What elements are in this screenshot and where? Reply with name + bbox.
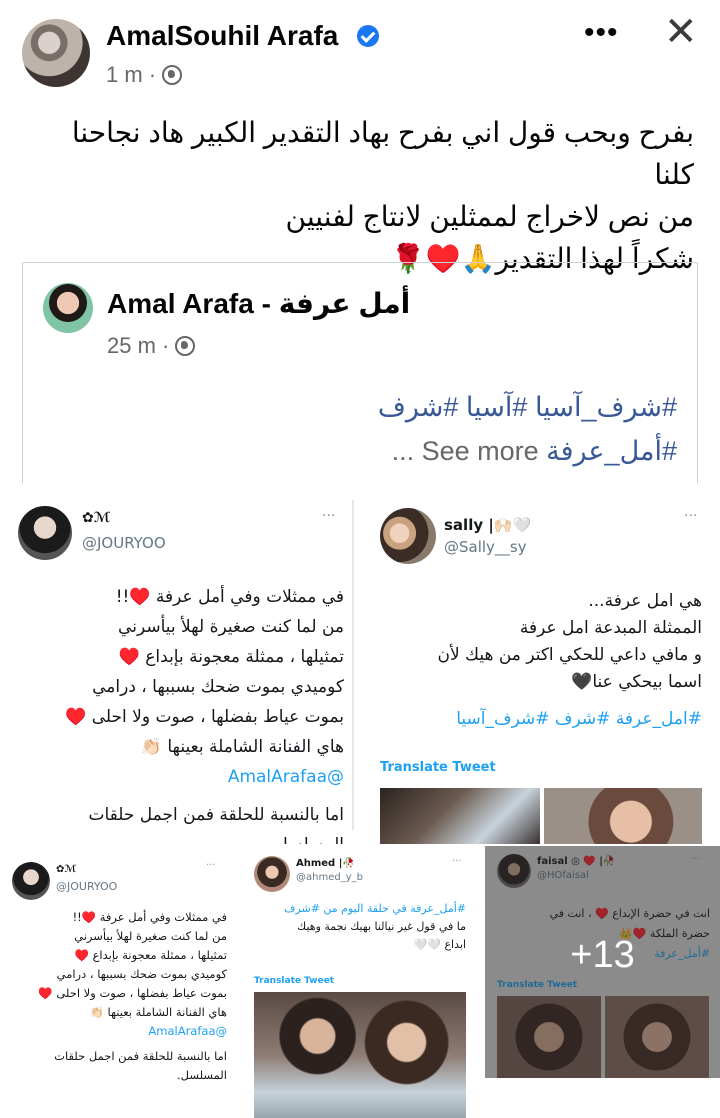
tweet-line: بموت عياط بفضلها ، صوت ولا احلى ♥️ (65, 707, 344, 727)
hashtag-amal-arafa[interactable]: #أمل_عرفة (546, 436, 677, 466)
tweet-avatar (380, 508, 436, 564)
tweet-handle: @JOURYOO (56, 880, 118, 893)
grid-divider (352, 500, 354, 830)
tweet-line: المسلسل (14, 830, 344, 844)
post-header: AmalSouhil Arafa 1 m · ••• ✕ (0, 0, 720, 100)
shared-author-name[interactable]: Amal Arafa - أمل عرفة (107, 287, 410, 320)
shared-post-meta: 25 m · (107, 333, 196, 359)
tweet-body: هي امل عرفة... الممثلة المبدعة امل عرفة … (372, 588, 702, 733)
tweet-screenshot-2[interactable]: sally |🙌🏻🤍 @Sally__sy ··· هي امل عرفة...… (362, 490, 720, 844)
translate-tweet-link: Translate Tweet (254, 976, 335, 986)
tweet-photo (544, 788, 702, 844)
tweet-screenshot-4[interactable]: Ahmed |🥀 @ahmed_y_b ··· #أمل_عرفة في حلق… (240, 850, 480, 1118)
post-time[interactable]: 1 m · (106, 62, 156, 88)
tweet-line: ابداع 🤍🤍 (413, 938, 466, 951)
tweet-line: و مافي داعي للحكي اكتر من هيك لأن (437, 645, 702, 665)
tweet-mention: @AmalArafaa (227, 767, 344, 787)
tweet-name: ✿ℳ (82, 510, 111, 526)
hashtags-line[interactable]: #شرف_آسيا #آسيا #شرف (57, 385, 677, 429)
tweet-more-icon: ··· (322, 508, 336, 524)
tweet-name: ✿ℳ (56, 864, 77, 875)
verified-badge-icon (357, 25, 379, 47)
tweet-line: كوميدي بموت ضحك بسببها ، درامي (92, 677, 344, 697)
tweet-name: sally |🙌🏻🤍 (444, 516, 532, 534)
tweet-handle: @Sally__sy (444, 538, 527, 556)
tweet-body: في ممثلات وفي أمل عرفة ♥️!! من لما كنت ص… (14, 582, 344, 844)
tweet-avatar (18, 506, 72, 560)
tweet-line: اما بالنسبة للحلقة فمن اجمل حلقات (88, 805, 344, 825)
tweet-body: في ممثلات وفي أمل عرفة ♥️!! من لما كنت ص… (5, 908, 227, 1085)
more-photos-count[interactable]: +13 (485, 934, 720, 977)
tweet-line: في ممثلات وفي أمل عرفة ♥️!! (115, 587, 344, 607)
tweet-line: اما بالنسبة للحلقة فمن اجمل حلقات (54, 1049, 227, 1063)
tweet-line: #أمل_عرفة في حلقة اليوم من #شرف (284, 902, 466, 915)
tweet-line: هي امل عرفة... (588, 591, 702, 611)
tweet-line: من لما كنت صغيرة لهلأ بيأسرني (74, 929, 227, 943)
translate-tweet-link: Translate Tweet (380, 760, 496, 775)
tweet-photo (254, 992, 466, 1118)
tweet-avatar (12, 862, 50, 900)
tweet-line: تمثيلها ، ممثلة معجونة بإبداع ♥️ (74, 948, 227, 962)
post-text: بفرح وبحب قول اني بفرح بهاد التقدير الكب… (34, 112, 694, 280)
tweet-line: الممثلة المبدعة امل عرفة (519, 618, 702, 638)
tweet-more-icon: ··· (206, 860, 216, 871)
more-options-button[interactable]: ••• (584, 18, 619, 48)
tweet-handle: @ahmed_y_b (296, 872, 363, 883)
globe-icon (162, 65, 183, 85)
tweet-line: اسما بيحكي عنا🖤 (571, 672, 702, 692)
tweet-body: #أمل_عرفة في حلقة اليوم من #شرف ما في قو… (254, 900, 466, 954)
globe-icon (175, 336, 196, 356)
close-button[interactable]: ✕ (664, 10, 698, 54)
shared-post-card[interactable]: Amal Arafa - أمل عرفة 25 m · #شرف_آسيا #… (22, 262, 698, 484)
post-text-line: بفرح وبحب قول اني بفرح بهاد التقدير الكب… (71, 117, 694, 190)
tweet-hashtags: #امل_عرفة #شرف #شرف_آسيا (456, 709, 702, 729)
tweet-line: هاي الفنانة الشاملة بعينها 👏🏻 (89, 1005, 227, 1019)
tweet-line: ما في قول غير نيالنا بهيك نجمة وهيك (297, 920, 466, 933)
tweet-more-icon: ··· (452, 856, 462, 867)
tweet-mention: @AmalArafaa (148, 1024, 227, 1038)
tweet-line: هاي الفنانة الشاملة بعينها 👏🏻 (140, 737, 344, 757)
tweet-handle: @JOURYOO (82, 534, 166, 552)
tweet-line: من لما كنت صغيرة لهلأ بيأسرني (118, 617, 344, 637)
photo-grid: ✿ℳ @JOURYOO ··· في ممثلات وفي أمل عرفة ♥… (0, 490, 720, 1118)
tweet-name: Ahmed |🥀 (296, 858, 355, 869)
tweet-photo (380, 788, 540, 844)
tweet-screenshot-5[interactable]: faisal ◎ ♥️ |🥀 @HOfaisal ··· انت في حضرة… (485, 846, 720, 1078)
tweet-screenshot-3[interactable]: ✿ℳ @JOURYOO ··· في ممثلات وفي أمل عرفة ♥… (0, 850, 235, 1118)
tweet-avatar (254, 856, 290, 892)
tweet-line: المسلسل. (176, 1068, 227, 1082)
tweet-line: تمثيلها ، ممثلة معجونة بإبداع ♥️ (118, 647, 344, 667)
tweet-line: بموت عياط بفضلها ، صوت ولا احلى ♥️ (38, 986, 227, 1000)
author-avatar[interactable] (22, 19, 90, 87)
tweet-more-icon: ··· (684, 508, 698, 524)
post-text-line: من نص لاخراج لممثلين لانتاج لفنيين (285, 201, 694, 232)
shared-post-time[interactable]: 25 m · (107, 333, 169, 359)
see-more-link[interactable]: See more ... (392, 436, 539, 466)
shared-author-avatar[interactable] (43, 283, 93, 333)
tweet-line: كوميدي بموت ضحك بسببها ، درامي (56, 967, 227, 981)
tweet-line: في ممثلات وفي أمل عرفة ♥️!! (72, 910, 227, 924)
tweet-screenshot-1[interactable]: ✿ℳ @JOURYOO ··· في ممثلات وفي أمل عرفة ♥… (0, 490, 356, 844)
post-meta: 1 m · (106, 62, 183, 88)
author-name[interactable]: AmalSouhil Arafa (106, 20, 338, 52)
shared-post-text: #شرف_آسيا #آسيا #شرف #أمل_عرفة See more … (57, 385, 677, 473)
